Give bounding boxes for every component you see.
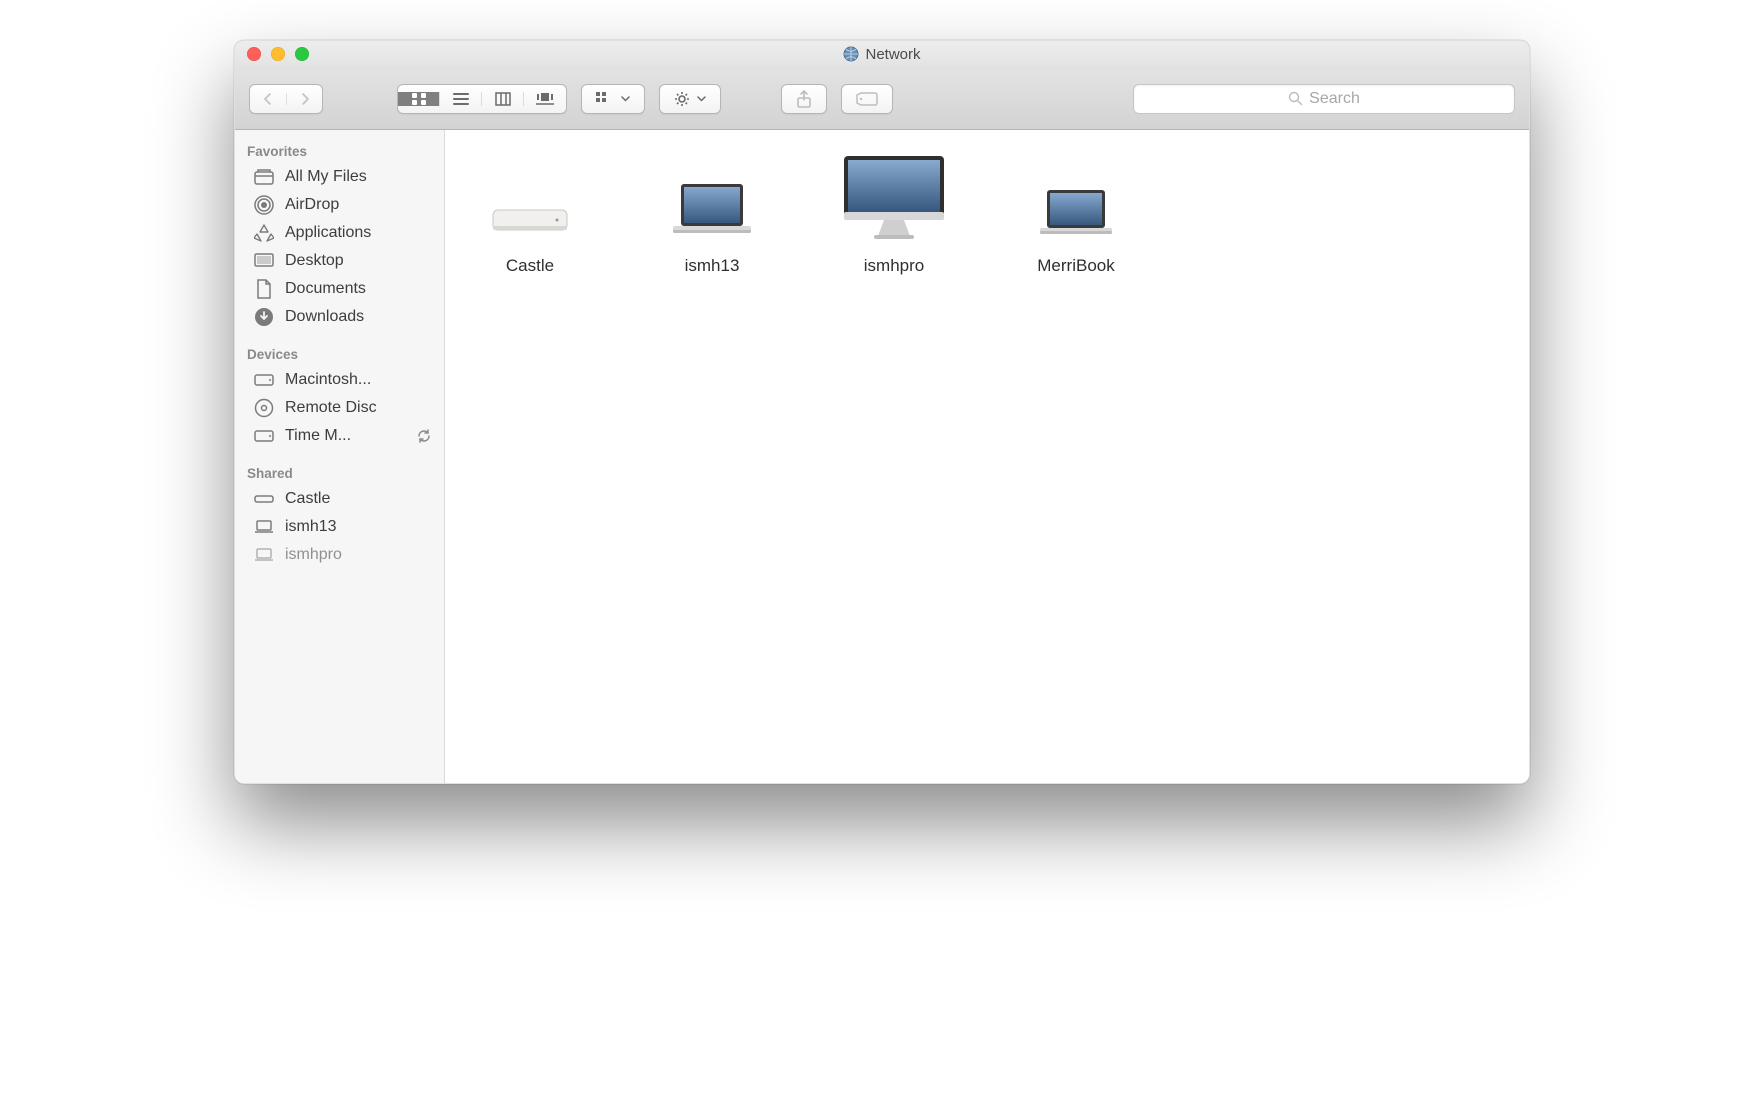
search-field[interactable]: Search bbox=[1133, 84, 1515, 114]
sidebar-item-label: Castle bbox=[285, 490, 330, 508]
finder-window: Network bbox=[234, 40, 1530, 784]
back-button[interactable] bbox=[250, 93, 286, 105]
network-item-castle[interactable]: Castle bbox=[475, 148, 585, 276]
sidebar-item-downloads[interactable]: Downloads bbox=[235, 303, 444, 331]
laptop-icon bbox=[253, 545, 275, 565]
sidebar-item-label: Desktop bbox=[285, 252, 344, 270]
sync-icon[interactable] bbox=[416, 428, 432, 444]
sidebar-item-label: Macintosh... bbox=[285, 371, 371, 389]
sidebar-section-shared: Shared bbox=[235, 460, 444, 485]
column-view-icon bbox=[495, 92, 511, 106]
macbook-icon bbox=[1021, 148, 1131, 240]
applications-icon bbox=[253, 223, 275, 243]
minimize-window-button[interactable] bbox=[271, 47, 285, 61]
item-label: ismh13 bbox=[657, 256, 767, 276]
sidebar-item-castle[interactable]: Castle bbox=[235, 485, 444, 513]
view-list-button[interactable] bbox=[440, 92, 482, 106]
coverflow-view-icon bbox=[535, 92, 555, 106]
content-area[interactable]: Castle ismh13 bbox=[445, 130, 1529, 783]
chevron-down-icon bbox=[621, 96, 630, 102]
network-item-merribook[interactable]: MerriBook bbox=[1021, 148, 1131, 276]
search-icon bbox=[1288, 91, 1303, 106]
gear-icon bbox=[674, 91, 692, 107]
sidebar-item-ismhpro[interactable]: ismhpro bbox=[235, 541, 444, 569]
forward-button[interactable] bbox=[286, 93, 322, 105]
toolbar: Search bbox=[235, 68, 1529, 130]
tag-icon bbox=[856, 92, 878, 106]
chevron-down-icon bbox=[697, 96, 706, 102]
documents-icon bbox=[253, 279, 275, 299]
zoom-window-button[interactable] bbox=[295, 47, 309, 61]
sidebar-item-time-machine[interactable]: Time M... bbox=[235, 422, 444, 450]
titlebar[interactable]: Network bbox=[235, 41, 1529, 68]
imac-icon bbox=[839, 148, 949, 240]
time-machine-icon bbox=[253, 426, 275, 446]
airdrop-icon bbox=[253, 195, 275, 215]
item-label: MerriBook bbox=[1021, 256, 1131, 276]
sidebar-item-all-my-files[interactable]: All My Files bbox=[235, 163, 444, 191]
sidebar-item-documents[interactable]: Documents bbox=[235, 275, 444, 303]
all-my-files-icon bbox=[253, 167, 275, 187]
network-item-ismh13[interactable]: ismh13 bbox=[657, 148, 767, 276]
disc-icon bbox=[253, 398, 275, 418]
mac-mini-icon bbox=[475, 148, 585, 240]
sidebar-item-label: ismhpro bbox=[285, 546, 342, 564]
sidebar-item-desktop[interactable]: Desktop bbox=[235, 247, 444, 275]
list-view-icon bbox=[453, 92, 469, 106]
mac-mini-icon bbox=[253, 489, 275, 509]
sidebar-item-label: Applications bbox=[285, 224, 371, 242]
view-icon-button[interactable] bbox=[398, 92, 440, 106]
sidebar-item-ismh13[interactable]: ismh13 bbox=[235, 513, 444, 541]
sidebar-item-macintosh-hd[interactable]: Macintosh... bbox=[235, 366, 444, 394]
action-button[interactable] bbox=[659, 84, 721, 114]
item-label: ismhpro bbox=[839, 256, 949, 276]
sidebar-item-label: AirDrop bbox=[285, 196, 339, 214]
sidebar-item-airdrop[interactable]: AirDrop bbox=[235, 191, 444, 219]
sidebar-item-label: ismh13 bbox=[285, 518, 337, 536]
laptop-icon bbox=[253, 517, 275, 537]
nav-buttons bbox=[249, 84, 323, 114]
sidebar-item-label: Remote Disc bbox=[285, 399, 377, 417]
icon-grid: Castle ismh13 bbox=[475, 148, 1499, 276]
sidebar-item-label: Documents bbox=[285, 280, 366, 298]
share-button[interactable] bbox=[781, 84, 827, 114]
network-globe-icon bbox=[843, 46, 859, 62]
window-controls bbox=[247, 47, 309, 61]
macbook-icon bbox=[657, 148, 767, 240]
sidebar-section-favorites: Favorites bbox=[235, 138, 444, 163]
arrange-icon bbox=[596, 92, 616, 106]
sidebar-item-label: Downloads bbox=[285, 308, 364, 326]
sidebar-item-label: All My Files bbox=[285, 168, 367, 186]
sidebar-item-label: Time M... bbox=[285, 427, 351, 445]
view-column-button[interactable] bbox=[482, 92, 524, 106]
view-coverflow-button[interactable] bbox=[524, 92, 566, 106]
arrange-button[interactable] bbox=[581, 84, 645, 114]
tags-button[interactable] bbox=[841, 84, 893, 114]
hdd-icon bbox=[253, 370, 275, 390]
share-icon bbox=[796, 90, 812, 108]
downloads-icon bbox=[253, 307, 275, 327]
item-label: Castle bbox=[475, 256, 585, 276]
sidebar-item-remote-disc[interactable]: Remote Disc bbox=[235, 394, 444, 422]
sidebar: Favorites All My Files AirDrop Applicati… bbox=[235, 130, 445, 783]
window-title: Network bbox=[235, 46, 1529, 63]
sidebar-section-devices: Devices bbox=[235, 341, 444, 366]
search-placeholder: Search bbox=[1309, 90, 1360, 108]
desktop-icon bbox=[253, 251, 275, 271]
network-item-ismhpro[interactable]: ismhpro bbox=[839, 148, 949, 276]
window-body: Favorites All My Files AirDrop Applicati… bbox=[235, 130, 1529, 783]
close-window-button[interactable] bbox=[247, 47, 261, 61]
icon-view-icon bbox=[411, 92, 427, 106]
view-mode-segmented bbox=[397, 84, 567, 114]
sidebar-item-applications[interactable]: Applications bbox=[235, 219, 444, 247]
window-title-text: Network bbox=[865, 46, 920, 63]
